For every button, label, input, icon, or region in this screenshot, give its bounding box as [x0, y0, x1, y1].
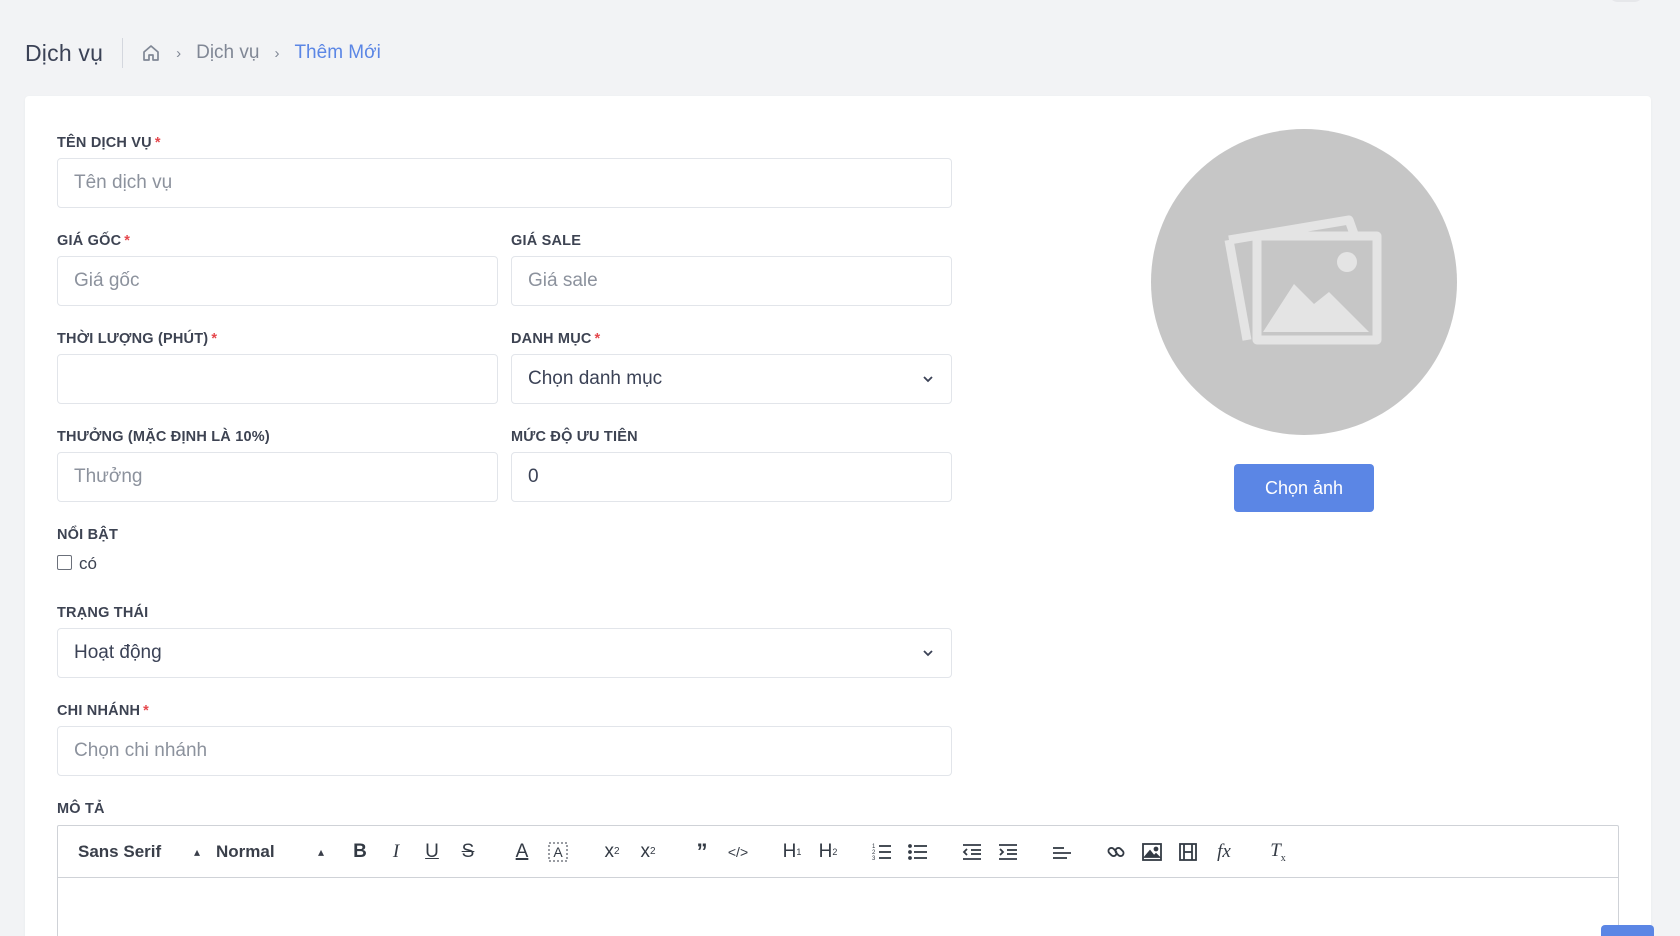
- status-selected-value: Hoạt động: [74, 642, 162, 663]
- image-placeholder-icon: [1224, 215, 1382, 345]
- original-price-label: GIÁ GỐC *: [57, 233, 131, 249]
- page-header: Dịch vụ › Dịch vụ › Thêm Mới: [25, 36, 381, 70]
- text-color-icon[interactable]: A: [504, 837, 540, 867]
- service-name-input[interactable]: [57, 158, 952, 208]
- subscript-icon[interactable]: x2: [594, 837, 630, 867]
- formula-icon[interactable]: fx: [1206, 837, 1242, 867]
- category-label: DANH MỤC *: [511, 331, 601, 347]
- indent-icon[interactable]: [990, 837, 1026, 867]
- italic-icon[interactable]: I: [378, 837, 414, 867]
- code-block-icon[interactable]: </>: [720, 837, 756, 867]
- sale-price-label: GIÁ SALE: [511, 233, 582, 249]
- service-name-label: TÊN DỊCH VỤ *: [57, 135, 161, 151]
- priority-label: MỨC ĐỘ ƯU TIÊN: [511, 429, 638, 445]
- clear-format-icon[interactable]: Tx: [1260, 837, 1296, 867]
- ordered-list-icon[interactable]: 123: [864, 837, 900, 867]
- header-1-icon[interactable]: H1: [774, 837, 810, 867]
- bold-icon[interactable]: B: [342, 837, 378, 867]
- font-size-picker[interactable]: Normal ▴: [216, 842, 324, 862]
- duration-input[interactable]: [57, 354, 498, 404]
- description-editor[interactable]: Sans Serif ▴ Normal ▴ B I U S A A x2 x2 …: [57, 825, 1619, 936]
- align-icon[interactable]: [1044, 837, 1080, 867]
- form-card: TÊN DỊCH VỤ* GIÁ GỐC* GIÁ SALE THỜI LƯỢN…: [25, 96, 1651, 936]
- featured-checkbox-label[interactable]: có: [79, 554, 97, 574]
- duration-label: THỜI LƯỢNG (PHÚT) *: [57, 331, 218, 347]
- breadcrumb: › Dịch vụ › Thêm Mới: [141, 42, 381, 64]
- branch-label: CHI NHÁNH *: [57, 703, 150, 719]
- category-select[interactable]: Chọn danh mục: [511, 354, 952, 404]
- bullet-list-icon[interactable]: [900, 837, 936, 867]
- scroll-to-top-button[interactable]: [1601, 925, 1654, 936]
- description-label: MÔ TẢ: [57, 801, 105, 817]
- sale-price-input[interactable]: [511, 256, 952, 306]
- background-color-icon[interactable]: A: [540, 837, 576, 867]
- svg-text:A: A: [553, 844, 563, 860]
- status-label: TRẠNG THÁI: [57, 605, 149, 621]
- editor-toolbar: Sans Serif ▴ Normal ▴ B I U S A A x2 x2 …: [58, 826, 1618, 878]
- superscript-icon[interactable]: x2: [630, 837, 666, 867]
- breadcrumb-item-current: Thêm Mới: [294, 42, 381, 63]
- chevron-right-icon: ›: [176, 44, 182, 62]
- featured-checkbox[interactable]: [57, 555, 72, 570]
- header-2-icon[interactable]: H2: [810, 837, 846, 867]
- page-title: Dịch vụ: [25, 39, 104, 66]
- blockquote-icon[interactable]: ”: [684, 837, 720, 867]
- priority-input[interactable]: [511, 452, 952, 502]
- underline-icon[interactable]: U: [414, 837, 450, 867]
- branch-select[interactable]: Chọn chi nhánh: [57, 726, 952, 776]
- user-menu-corner[interactable]: [1608, 0, 1644, 2]
- chevron-down-icon: [921, 646, 935, 660]
- choose-image-button[interactable]: Chọn ảnh: [1234, 464, 1374, 512]
- svg-text:3: 3: [872, 856, 876, 861]
- strikethrough-icon[interactable]: S: [450, 837, 486, 867]
- header-divider: [122, 38, 124, 68]
- video-icon[interactable]: [1170, 837, 1206, 867]
- branch-placeholder: Chọn chi nhánh: [74, 740, 208, 761]
- bonus-label: THƯỞNG (MẶC ĐỊNH LÀ 10%): [57, 429, 270, 445]
- chevron-down-icon: [921, 372, 935, 386]
- link-icon[interactable]: [1098, 837, 1134, 867]
- category-selected-value: Chọn danh mục: [528, 368, 663, 389]
- featured-label: NỔI BẬT: [57, 527, 119, 543]
- home-icon[interactable]: [141, 43, 161, 63]
- outdent-icon[interactable]: [954, 837, 990, 867]
- image-placeholder: [1151, 129, 1457, 435]
- status-select[interactable]: Hoạt động: [57, 628, 952, 678]
- original-price-input[interactable]: [57, 256, 498, 306]
- featured-checkbox-row: có: [57, 551, 97, 574]
- image-icon[interactable]: [1134, 837, 1170, 867]
- bonus-input[interactable]: [57, 452, 498, 502]
- chevron-right-icon: ›: [274, 44, 280, 62]
- breadcrumb-item-services[interactable]: Dịch vụ: [196, 42, 259, 64]
- font-family-picker[interactable]: Sans Serif ▴: [78, 842, 200, 862]
